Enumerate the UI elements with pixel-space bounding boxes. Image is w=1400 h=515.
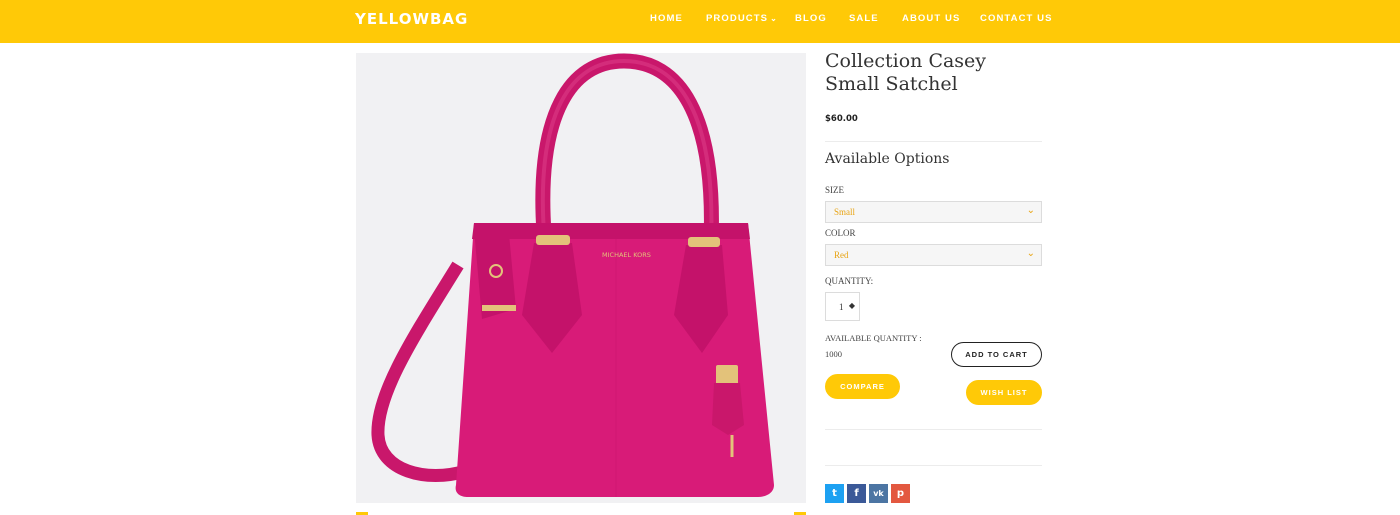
wish-list-button[interactable]: WISH LIST <box>966 380 1042 405</box>
available-quantity-label: AVAILABLE QUANTITY : <box>825 333 922 343</box>
pinterest-icon[interactable]: p <box>891 484 910 503</box>
divider <box>825 141 1042 142</box>
chevron-down-icon: ⌄ <box>1026 205 1035 216</box>
product-price: $60.00 <box>825 114 858 124</box>
chevron-down-icon: ⌄ <box>1026 248 1035 259</box>
handbag-illustration: MICHAEL KORS <box>371 53 774 497</box>
nav-home[interactable]: HOME <box>650 13 683 24</box>
vk-icon[interactable]: vk <box>869 484 888 503</box>
facebook-icon[interactable]: f <box>847 484 866 503</box>
nav-products-label: PRODUCTS <box>706 13 769 24</box>
nav-blog[interactable]: BLOG <box>795 13 827 24</box>
top-navbar: YELLOWBAG HOME PRODUCTS ⌄ BLOG SALE ABOUT… <box>0 0 1400 43</box>
nav-about-us[interactable]: ABOUT US <box>902 13 960 24</box>
quantity-label: QUANTITY: <box>825 276 874 286</box>
brand-logo-text: MICHAEL KORS <box>602 251 651 259</box>
nav-products[interactable]: PRODUCTS ⌄ <box>706 13 778 24</box>
color-label: COLOR <box>825 228 856 238</box>
divider <box>825 429 1042 430</box>
size-select[interactable]: Small ⌄ <box>825 201 1042 223</box>
main-nav: HOME PRODUCTS ⌄ BLOG SALE ABOUT US CONTAC… <box>0 13 1400 27</box>
size-label: SIZE <box>825 185 844 195</box>
twitter-icon[interactable]: t <box>825 484 844 503</box>
chevron-down-icon: ⌄ <box>770 14 778 23</box>
nav-contact-us[interactable]: CONTACT US <box>980 13 1053 24</box>
nav-sale[interactable]: SALE <box>849 13 879 24</box>
quantity-value: 1 <box>839 302 844 312</box>
spin-arrows-icon[interactable]: ◆ <box>849 301 855 310</box>
add-to-cart-button[interactable]: ADD TO CART <box>951 342 1042 367</box>
color-select[interactable]: Red ⌄ <box>825 244 1042 266</box>
options-heading: Available Options <box>825 151 950 167</box>
available-quantity-value: 1000 <box>825 349 842 359</box>
compare-button[interactable]: COMPARE <box>825 374 900 399</box>
divider <box>825 465 1042 466</box>
product-title: Collection Casey Small Satchel <box>825 50 987 95</box>
product-details: Collection Casey Small Satchel $60.00 Av… <box>825 50 1042 503</box>
product-image[interactable]: MICHAEL KORS <box>356 53 806 503</box>
color-selected-value: Red <box>834 250 849 260</box>
size-selected-value: Small <box>834 207 856 217</box>
quantity-stepper[interactable]: 1 ◆ <box>825 292 860 321</box>
